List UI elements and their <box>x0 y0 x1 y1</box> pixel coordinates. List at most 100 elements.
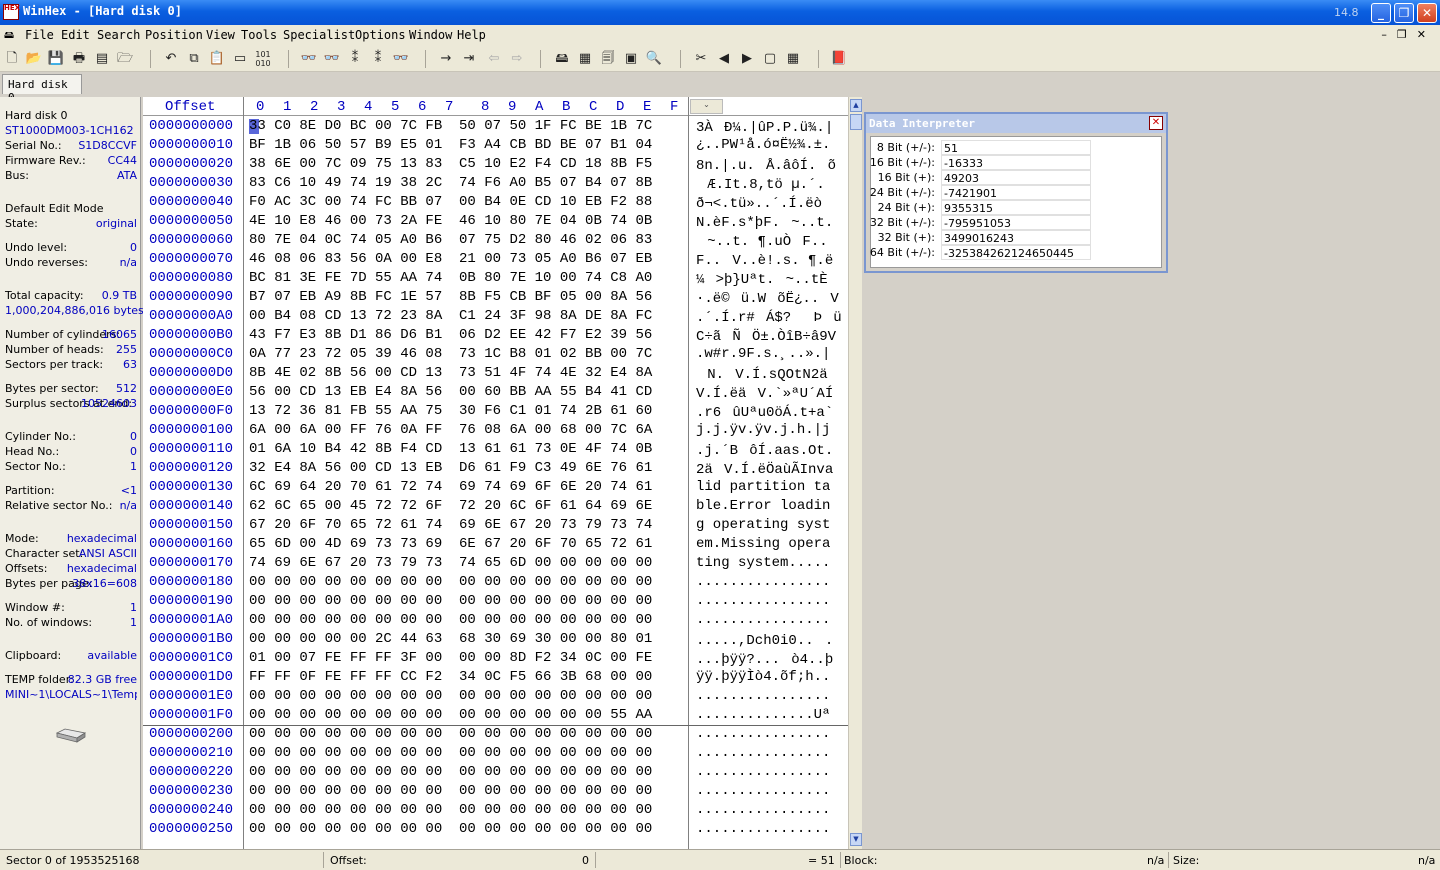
row-ascii[interactable]: ................ <box>696 802 830 818</box>
hex-row[interactable]: 0000000090 B7 07 EB A9 8B FC 1E 57 8B F5 … <box>143 289 848 308</box>
row-hex-bytes[interactable]: 4E 10 E8 46 00 73 2A FE 46 10 80 7E 04 0… <box>249 213 652 229</box>
hex-row[interactable]: 00000000E0 56 00 CD 13 EB E4 8A 56 00 60 … <box>143 384 848 403</box>
hex-row[interactable]: 0000000230 00 00 00 00 00 00 00 00 00 00 … <box>143 783 848 802</box>
menu-position[interactable]: Position <box>145 28 203 42</box>
hex-row[interactable]: 0000000130 6C 69 64 20 70 61 72 74 69 74 … <box>143 479 848 498</box>
row-hex-bytes[interactable]: 83 C6 10 49 74 19 38 2C 74 F6 A0 B5 07 B… <box>249 175 652 191</box>
vertical-scrollbar[interactable]: ▲ ▼ <box>848 97 862 849</box>
snapshot-icon[interactable]: ▢ <box>761 50 779 68</box>
binary-icon[interactable]: 101 010 <box>254 50 272 68</box>
data-interpreter-title[interactable]: Data Interpreter <box>866 114 1166 133</box>
replace-text-icon[interactable]: ⁑ <box>346 50 364 68</box>
data-interpreter-window[interactable]: Data Interpreter ✕ 8 Bit (+/-): 51 16 Bit … <box>864 112 1168 273</box>
hex-row[interactable]: 00000000C0 0A 77 23 72 05 39 46 08 73 1C … <box>143 346 848 365</box>
interpreter-value[interactable]: -795951053 <box>941 215 1091 230</box>
hex-row[interactable]: 0000000220 00 00 00 00 00 00 00 00 00 00 … <box>143 764 848 783</box>
row-ascii[interactable]: ¿..PW¹å.ó¤Ë½¾.±. <box>696 137 830 153</box>
row-ascii[interactable]: ................ <box>696 821 830 837</box>
goto-sector-icon[interactable]: ⇥ <box>460 50 478 68</box>
row-ascii[interactable]: ble.Error loadin <box>696 498 830 514</box>
row-hex-bytes[interactable]: 6A 00 6A 00 FF 76 0A FF 76 08 6A 00 68 0… <box>249 422 652 438</box>
hex-row[interactable]: 0000000200 00 00 00 00 00 00 00 00 00 00 … <box>143 726 848 745</box>
menu-specialist[interactable]: Specialist <box>283 28 355 42</box>
menu-file[interactable]: File <box>25 28 54 42</box>
row-hex-bytes[interactable]: 00 B4 08 CD 13 72 23 8A C1 24 3F 98 8A D… <box>249 308 652 324</box>
row-hex-bytes[interactable]: 00 00 00 00 00 00 00 00 00 00 00 00 00 0… <box>249 745 652 761</box>
row-ascii[interactable]: ................ <box>696 688 830 704</box>
close-icon[interactable]: ✕ <box>1149 116 1163 130</box>
hex-row[interactable]: 00000001D0 FF FF 0F FE FF FF CC F2 34 0C … <box>143 669 848 688</box>
row-hex-bytes[interactable]: 00 00 00 00 00 00 00 00 00 00 00 00 00 0… <box>249 574 652 590</box>
row-hex-bytes[interactable]: 00 00 00 00 00 2C 44 63 68 30 69 30 00 0… <box>249 631 652 647</box>
search-icon[interactable]: 🔍 <box>645 50 663 68</box>
ram-editor-icon[interactable]: ▦ <box>576 50 594 68</box>
hex-row[interactable]: 0000000060 80 7E 04 0C 74 05 A0 B6 07 75 … <box>143 232 848 251</box>
undo-icon[interactable]: ↶ <box>162 50 180 68</box>
hex-row[interactable]: 00000001C0 01 00 07 FE FF FF 3F 00 00 00 … <box>143 650 848 669</box>
row-hex-bytes[interactable]: 8B 4E 02 8B 56 00 CD 13 73 51 4F 74 4E 3… <box>249 365 652 381</box>
grid-view-icon[interactable]: ▦ <box>784 50 802 68</box>
row-hex-bytes[interactable]: 43 F7 E3 8B D1 86 D6 B1 06 D2 EE 42 F7 E… <box>249 327 652 343</box>
row-ascii[interactable]: ................ <box>696 574 830 590</box>
row-hex-bytes[interactable]: 00 00 00 00 00 00 00 00 00 00 00 00 00 0… <box>249 764 652 780</box>
hex-row[interactable]: 0000000240 00 00 00 00 00 00 00 00 00 00 … <box>143 802 848 821</box>
row-ascii[interactable]: ................ <box>696 764 830 780</box>
row-ascii[interactable]: Æ.It.8,tö µ.´. <box>696 175 836 193</box>
hex-row[interactable]: 0000000170 74 69 6E 67 20 73 79 73 74 65 … <box>143 555 848 574</box>
forward-icon[interactable]: ⇨ <box>508 50 526 68</box>
back-icon[interactable]: ⇦ <box>485 50 503 68</box>
scroll-up-icon[interactable]: ▲ <box>850 99 862 112</box>
row-ascii[interactable]: ................ <box>696 612 830 628</box>
hex-row[interactable]: 0000000100 6A 00 6A 00 FF 76 0A FF 76 08 … <box>143 422 848 441</box>
hex-row[interactable]: 0000000120 32 E4 8A 56 00 CD 13 EB D6 61 … <box>143 460 848 479</box>
goto-offset-icon[interactable]: → <box>437 50 455 68</box>
paste-zero-icon[interactable]: ▭ <box>231 50 249 68</box>
scroll-down-icon[interactable]: ▼ <box>850 833 862 846</box>
row-ascii[interactable]: ................ <box>696 745 830 761</box>
paste-icon[interactable]: 📋 <box>208 50 226 68</box>
row-hex-bytes[interactable]: 00 00 00 00 00 00 00 00 00 00 00 00 00 0… <box>249 726 652 742</box>
row-hex-bytes[interactable]: 6C 69 64 20 70 61 72 74 69 74 69 6F 6E 2… <box>249 479 652 495</box>
menu-edit[interactable]: Edit <box>61 28 90 42</box>
hex-row[interactable]: 0000000010 BF 1B 06 50 57 B9 E5 01 F3 A4 … <box>143 137 848 156</box>
hex-row[interactable]: 00000001B0 00 00 00 00 00 2C 44 63 68 30 … <box>143 631 848 650</box>
row-ascii[interactable]: ................ <box>696 593 830 609</box>
row-hex-bytes[interactable]: 00 00 00 00 00 00 00 00 00 00 00 00 00 0… <box>249 707 652 723</box>
hex-row[interactable]: 0000000110 01 6A 10 B4 42 8B F4 CD 13 61 … <box>143 441 848 460</box>
hex-row[interactable]: 0000000080 BC 81 3E FE 7D 55 AA 74 0B 80 … <box>143 270 848 289</box>
hex-row[interactable]: 0000000000 33 C0 8E D0 BC 00 7C FB 50 07 … <box>143 118 848 137</box>
open-file-icon[interactable]: 📂 <box>25 50 43 68</box>
row-ascii[interactable]: .´.Í.r#Á$?Þü <box>696 308 842 326</box>
interpreter-value[interactable]: -16333 <box>941 155 1091 170</box>
row-ascii[interactable]: 8n.|.u.Å.âôÍ.õ <box>696 156 836 174</box>
winhex-app-icon[interactable]: HEX <box>3 4 20 20</box>
row-ascii[interactable]: .j.´BôÍ.aas.Ot. <box>696 441 833 459</box>
save-icon[interactable]: 💾 <box>47 50 65 68</box>
row-ascii[interactable]: N.èF.s*þF.~..t. <box>696 213 833 231</box>
hex-row[interactable]: 0000000150 67 20 6F 70 65 72 61 74 69 6E … <box>143 517 848 536</box>
minimize-button[interactable]: _ <box>1371 3 1391 23</box>
row-hex-bytes[interactable]: 13 72 36 81 FB 55 AA 75 30 F6 C1 01 74 2… <box>249 403 652 419</box>
hex-row[interactable]: 00000001A0 00 00 00 00 00 00 00 00 00 00 … <box>143 612 848 631</box>
open-folder-icon[interactable]: 🗁 <box>116 50 134 68</box>
hex-row[interactable]: 0000000140 62 6C 65 00 45 72 72 6F 72 20 … <box>143 498 848 517</box>
row-hex-bytes[interactable]: 67 20 6F 70 65 72 61 74 69 6E 67 20 73 7… <box>249 517 652 533</box>
row-ascii[interactable]: F..V..è!.s. ¶.ë <box>696 251 833 269</box>
menu-search[interactable]: Search <box>97 28 140 42</box>
row-ascii[interactable]: ¼>þ}Uªt.~..tÈ <box>696 270 836 288</box>
row-hex-bytes[interactable]: 74 69 6E 67 20 73 79 73 74 65 6D 00 00 0… <box>249 555 652 571</box>
scroll-thumb[interactable] <box>850 114 862 130</box>
row-hex-bytes[interactable]: BC 81 3E FE 7D 55 AA 74 0B 80 7E 10 00 7… <box>249 270 652 286</box>
hex-row[interactable]: 0000000070 46 08 06 83 56 0A 00 E8 21 00 … <box>143 251 848 270</box>
disk-clone-icon[interactable]: 🗐 <box>599 50 617 68</box>
hex-row[interactable]: 00000000A0 00 B4 08 CD 13 72 23 8A C1 24 … <box>143 308 848 327</box>
calculator-icon[interactable]: ▣ <box>622 50 640 68</box>
row-ascii[interactable]: em.Missing opera <box>696 536 830 552</box>
row-hex-bytes[interactable]: F0 AC 3C 00 74 FC BB 07 00 B4 0E CD 10 E… <box>249 194 652 210</box>
interpreter-value[interactable]: 51 <box>941 140 1091 155</box>
chevron-down-icon[interactable]: ⌄ <box>690 99 723 114</box>
find-text-icon[interactable]: 👓 <box>300 50 318 68</box>
hex-row[interactable]: 00000001F0 00 00 00 00 00 00 00 00 00 00 … <box>143 707 848 726</box>
row-ascii[interactable]: j.j.ÿv.ÿv.j.h.|j <box>696 422 830 438</box>
row-hex-bytes[interactable]: 65 6D 00 4D 69 73 73 69 6E 67 20 6F 70 6… <box>249 536 652 552</box>
